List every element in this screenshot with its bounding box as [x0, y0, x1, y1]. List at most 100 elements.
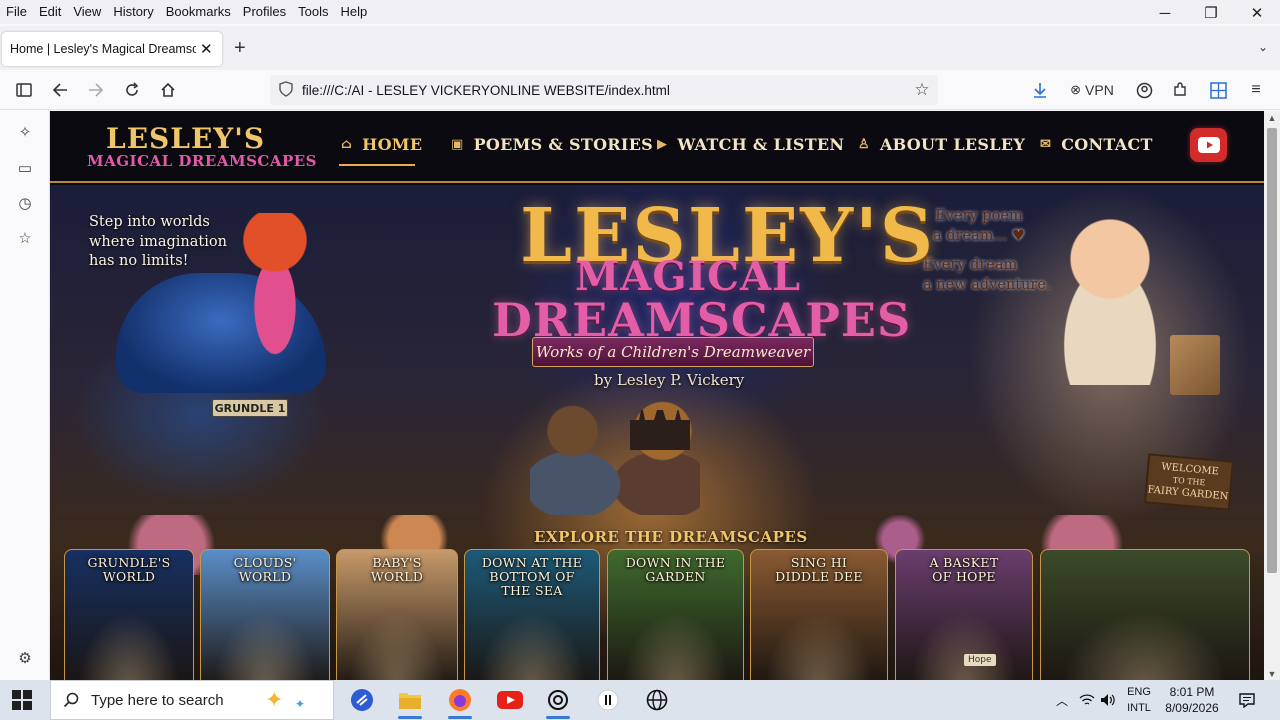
tab-title: Home | Lesley's Magical Dreamscapes — [10, 42, 196, 56]
site-logo-line1[interactable]: LESLEY'S — [106, 122, 265, 155]
tagline-right-1: Every poem a dream... ♥ — [933, 207, 1025, 246]
scroll-down-icon[interactable]: ▼ — [1264, 669, 1280, 679]
card-title-line2: GARDEN — [645, 569, 706, 584]
taskbar-edge-like-app-icon[interactable] — [342, 684, 382, 716]
account-icon[interactable] — [1130, 70, 1158, 110]
card-title: CLOUDS' WORLD — [201, 556, 329, 584]
card-scene — [349, 612, 445, 685]
menu-bar: File Edit View History Bookmarks Profile… — [0, 0, 1280, 24]
card-title-line2: BOTTOM OF — [489, 569, 575, 584]
history-icon[interactable]: ◷ — [12, 190, 38, 216]
tray-overflow-chevron-icon[interactable]: ︿ — [1052, 680, 1072, 720]
card-scene — [621, 612, 730, 685]
card-title-line1: GRUNDLE'S — [87, 555, 171, 570]
card-title-line3: THE SEA — [501, 583, 563, 598]
explore-heading: EXPLORE THE DREAMSCAPES — [534, 528, 808, 546]
settings-gear-icon[interactable]: ⚙ — [12, 645, 38, 671]
extensions-icon[interactable] — [1166, 70, 1194, 110]
nav-poems-stories[interactable]: ▣ POEMS & STORIES — [451, 135, 653, 154]
card-babys-world[interactable]: BABY'S WORLD — [336, 549, 458, 685]
browser-sidebar: ✧ ▭ ◷ ☆ ⚙ — [0, 111, 50, 685]
taskbar-media-pause-icon[interactable] — [588, 684, 628, 716]
fairy-garden-sign: WELCOME TO THE FAIRY GARDEN — [1143, 453, 1235, 511]
grid-app-icon[interactable] — [1204, 70, 1232, 110]
mail-icon: ✉ — [1040, 137, 1052, 152]
card-sing-hi-diddle-dee[interactable]: SING HI DIDDLE DEE — [750, 549, 888, 685]
site-info-icon[interactable] — [270, 80, 302, 100]
active-nav-underline — [339, 164, 415, 166]
menu-tools[interactable]: Tools — [292, 1, 334, 23]
taskbar-chatgpt-icon[interactable] — [538, 684, 578, 719]
sidebar-toggle-icon[interactable] — [10, 70, 38, 110]
bookmarks-icon[interactable]: ☆ — [12, 225, 38, 251]
menu-history[interactable]: History — [107, 1, 159, 23]
card-clouds-world[interactable]: CLOUDS' WORLD — [200, 549, 330, 685]
volume-speaker-icon[interactable] — [1099, 680, 1117, 720]
menu-edit[interactable]: Edit — [33, 1, 67, 23]
minimize-button[interactable]: ─ — [1142, 0, 1188, 26]
play-icon: ▶ — [657, 137, 668, 152]
tab-home[interactable]: Home | Lesley's Magical Dreamscapes ✕ — [2, 32, 222, 66]
language-code: ENG — [1127, 686, 1151, 698]
card-scene — [478, 612, 586, 685]
site-logo-line2[interactable]: MAGICAL DREAMSCAPES — [87, 152, 317, 170]
new-tab-button[interactable]: + — [234, 38, 246, 58]
home-icon[interactable] — [154, 70, 182, 110]
menu-file[interactable]: File — [0, 1, 33, 23]
vpn-button[interactable]: ⊗ VPN — [1064, 70, 1120, 110]
url-text[interactable]: file:///C:/AI - LESLEY VICKERYONLINE WEB… — [302, 83, 906, 98]
scroll-up-icon[interactable]: ▲ — [1264, 113, 1280, 123]
restore-button[interactable]: ❐ — [1188, 0, 1234, 26]
nav-home[interactable]: ⌂ HOME — [341, 135, 422, 154]
youtube-icon[interactable] — [1190, 128, 1227, 162]
notification-center-icon[interactable] — [1236, 680, 1258, 720]
back-icon[interactable] — [46, 70, 74, 110]
nav-about-lesley[interactable]: ♙ ABOUT LESLEY — [858, 135, 1025, 154]
card-scene — [764, 612, 874, 685]
keyboard-language-indicator[interactable]: ENG INTL — [1122, 684, 1156, 716]
card-title: GRUNDLE'S WORLD — [65, 556, 193, 584]
page-scrollbar[interactable]: ▲ ▼ — [1264, 111, 1280, 685]
list-all-tabs-button[interactable]: ⌄ — [1258, 40, 1268, 54]
app-menu-icon[interactable]: ≡ — [1242, 70, 1270, 110]
taskbar-search[interactable]: Type here to search ✦ ✦ — [50, 680, 334, 720]
nav-watch-listen[interactable]: ▶ WATCH & LISTEN — [657, 135, 844, 154]
nav-contact[interactable]: ✉ CONTACT — [1040, 135, 1153, 154]
card-title-line1: DOWN AT THE — [481, 555, 583, 570]
card-title: DOWN AT THE BOTTOM OF THE SEA — [465, 556, 599, 598]
card-grundles-world[interactable]: GRUNDLE'S WORLD — [64, 549, 194, 685]
card-scene — [77, 612, 181, 685]
scrollbar-thumb[interactable] — [1267, 128, 1277, 573]
taskbar-file-explorer-icon[interactable] — [390, 684, 430, 719]
ai-chat-icon[interactable]: ✧ — [12, 119, 38, 145]
menu-view[interactable]: View — [67, 1, 107, 23]
navigation-toolbar: file:///C:/AI - LESLEY VICKERYONLINE WEB… — [0, 70, 1280, 110]
windows-start-icon[interactable] — [12, 690, 32, 710]
reload-icon[interactable] — [118, 70, 146, 110]
card-bottom-of-the-sea[interactable]: DOWN AT THE BOTTOM OF THE SEA — [464, 549, 600, 685]
menu-profiles[interactable]: Profiles — [237, 1, 292, 23]
toy-blocks-illustration — [1170, 335, 1220, 395]
synced-tabs-icon[interactable]: ▭ — [12, 155, 38, 181]
network-wifi-icon[interactable] — [1078, 680, 1096, 720]
close-window-button[interactable]: ✕ — [1234, 0, 1280, 26]
close-tab-icon[interactable]: ✕ — [200, 40, 213, 58]
taskbar-globe-icon[interactable] — [637, 684, 677, 716]
taskbar-youtube-icon[interactable] — [490, 684, 530, 716]
forward-icon[interactable] — [82, 70, 110, 110]
system-clock[interactable]: 8:01 PM 8/09/2026 — [1156, 684, 1228, 716]
hero-banner: GRUNDLE 1 WELCOME TO THE FAIRY GARDEN St… — [50, 185, 1264, 685]
url-bar[interactable]: file:///C:/AI - LESLEY VICKERYONLINE WEB… — [270, 75, 938, 105]
tagline-left-line2: where imagination — [89, 233, 227, 250]
bookmark-star-icon[interactable]: ☆ — [906, 80, 938, 100]
menu-bookmarks[interactable]: Bookmarks — [160, 1, 237, 23]
card-down-in-the-garden[interactable]: DOWN IN THE GARDEN — [607, 549, 744, 685]
downloads-icon[interactable] — [1026, 70, 1054, 110]
nav-home-label: HOME — [362, 135, 423, 154]
card-crocodile-feature[interactable] — [1040, 549, 1250, 685]
taskbar-firefox-icon[interactable] — [440, 684, 480, 719]
menu-help[interactable]: Help — [335, 1, 374, 23]
hero-subtitle-ribbon: Works of a Children's Dreamweaver — [532, 337, 814, 367]
card-basket-of-hope[interactable]: Hope A BASKET OF HOPE — [895, 549, 1033, 685]
person-icon: ♙ — [858, 137, 870, 152]
